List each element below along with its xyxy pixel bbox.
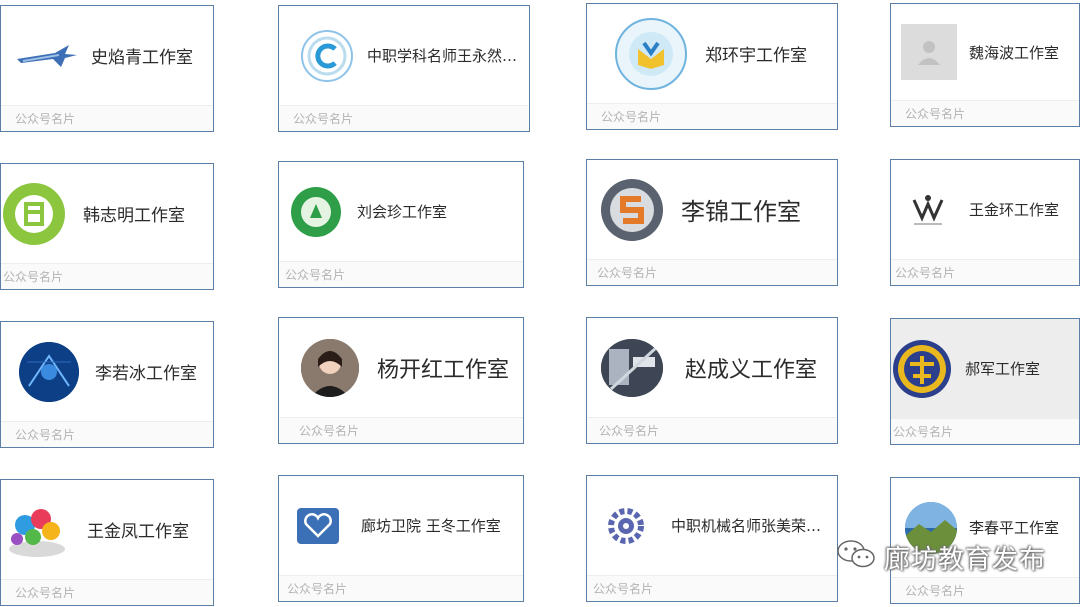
card-footer: 公众号名片 [587, 575, 837, 601]
blue-tech-icon [19, 341, 79, 402]
card-name: 韩志明工作室 [83, 206, 185, 226]
card-footer: 公众号名片 [279, 105, 529, 131]
card-name: 刘会珍工作室 [357, 203, 448, 221]
crown-logo-icon [903, 184, 953, 235]
card-name: 郑环宇工作室 [705, 46, 807, 66]
watermark-text: 廊坊教育发布 [884, 545, 1047, 575]
card-name: 王金凤工作室 [87, 522, 189, 542]
card-footer: 公众号名片 [1, 263, 213, 289]
s-logo-icon [601, 178, 663, 241]
card-13[interactable]: 王金凤工作室 公众号名片 [0, 479, 214, 606]
railway-emblem-icon [893, 339, 951, 398]
card-name: 李若冰工作室 [95, 364, 197, 384]
card-5[interactable]: 韩志明工作室 公众号名片 [0, 163, 214, 290]
card-6[interactable]: 刘会珍工作室 公众号名片 [278, 161, 524, 288]
book-emblem-icon [615, 17, 687, 90]
card-footer: 公众号名片 [279, 575, 523, 601]
card-name: 李锦工作室 [681, 198, 801, 226]
card-footer: 公众号名片 [1, 421, 213, 447]
card-14[interactable]: 廊坊卫院 王冬工作室 公众号名片 [278, 475, 524, 602]
card-footer: 公众号名片 [279, 261, 523, 287]
card-name: 王金环工作室 [969, 201, 1060, 219]
card-10[interactable]: 杨开红工作室 公众号名片 [278, 317, 524, 444]
card-9[interactable]: 李若冰工作室 公众号名片 [0, 321, 214, 448]
wechat-icon [836, 538, 876, 577]
colorful-circles-icon [5, 500, 69, 559]
card-name: 李春平工作室 [969, 519, 1060, 537]
green-seal-icon [291, 186, 341, 237]
card-11[interactable]: 赵成义工作室 公众号名片 [586, 317, 838, 444]
card-name: 中职学科名师王永然… [367, 47, 517, 65]
portrait-photo [301, 338, 359, 397]
card-2[interactable]: 中职学科名师王永然… 公众号名片 [278, 5, 530, 132]
card-footer: 公众号名片 [891, 418, 1079, 444]
card-4[interactable]: 魏海波工作室 公众号名片 [890, 3, 1080, 127]
card-name: 廊坊卫院 王冬工作室 [361, 517, 501, 535]
card-footer: 公众号名片 [891, 100, 1079, 126]
card-8[interactable]: 王金环工作室 公众号名片 [890, 159, 1080, 286]
gear-emblem-icon [603, 502, 649, 549]
card-name: 赵成义工作室 [685, 357, 818, 383]
card-footer: 公众号名片 [891, 577, 1079, 603]
card-name: 魏海波工作室 [969, 43, 1060, 62]
card-footer: 公众号名片 [279, 417, 523, 443]
card-footer: 公众号名片 [1, 105, 213, 131]
machine-photo [601, 338, 663, 397]
card-name: 郝军工作室 [965, 360, 1041, 378]
card-footer: 公众号名片 [587, 417, 837, 443]
default-avatar-icon [901, 24, 957, 80]
card-footer: 公众号名片 [1, 579, 213, 605]
green-building-icon [3, 182, 65, 245]
watermark: 廊坊教育发布 [836, 538, 1046, 577]
card-7[interactable]: 李锦工作室 公众号名片 [586, 159, 838, 286]
card-12[interactable]: 郝军工作室 公众号名片 [890, 318, 1080, 445]
card-name: 史焰青工作室 [91, 48, 193, 68]
heart-hands-icon [297, 507, 339, 544]
card-name: 杨开红工作室 [377, 357, 510, 383]
card-1[interactable]: 史焰青工作室 公众号名片 [0, 5, 214, 132]
card-footer: 公众号名片 [891, 259, 1079, 285]
card-3[interactable]: 郑环宇工作室 公众号名片 [586, 3, 838, 130]
card-15[interactable]: 中职机械名师张美荣… 公众号名片 [586, 475, 838, 602]
c-emblem-icon [301, 29, 353, 82]
card-footer: 公众号名片 [587, 259, 837, 285]
card-footer: 公众号名片 [587, 103, 837, 129]
card-name: 中职机械名师张美荣… [671, 517, 822, 535]
airplane-icon [15, 36, 79, 76]
